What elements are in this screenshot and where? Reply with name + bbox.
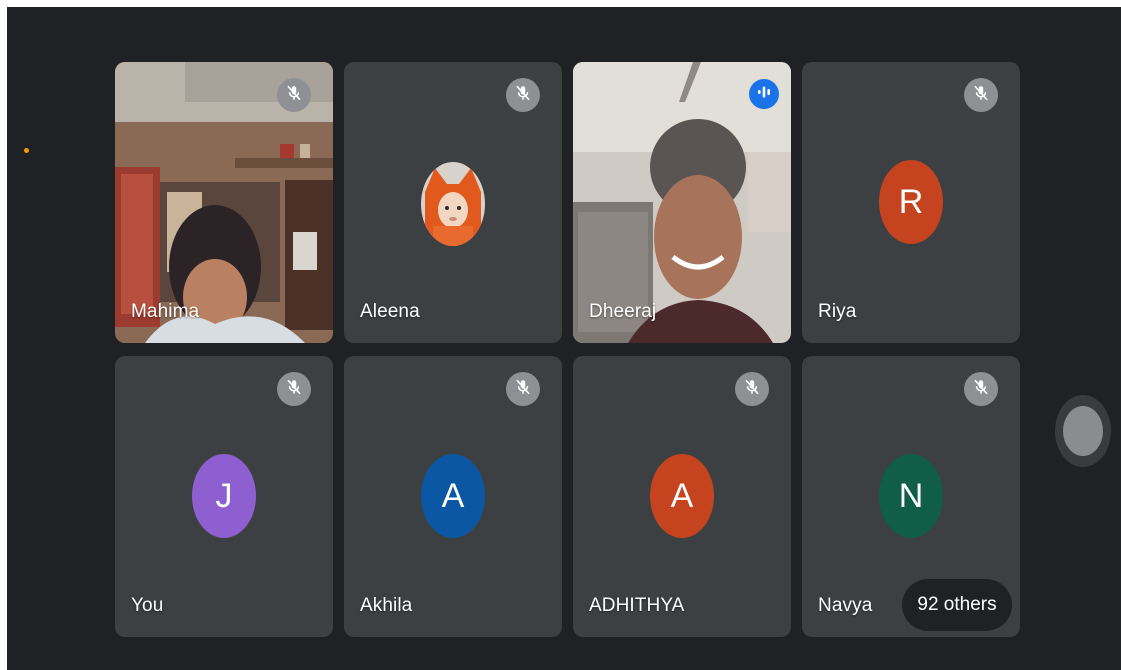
mic-off-icon <box>285 84 303 107</box>
mic-off-icon <box>514 378 532 401</box>
participant-tile-navya[interactable]: N Navya 92 others <box>802 356 1020 637</box>
audio-wave-icon <box>756 84 772 105</box>
participant-name: Aleena <box>360 301 420 322</box>
mic-off-icon <box>972 378 990 401</box>
participant-tile-you[interactable]: J You <box>115 356 333 637</box>
participant-tile-riya[interactable]: R Riya <box>802 62 1020 343</box>
participant-tile-mahima[interactable]: Mahima <box>115 62 333 343</box>
mic-off-indicator <box>277 78 311 112</box>
participant-avatar: R <box>879 160 943 244</box>
participant-tile-akhila[interactable]: A Akhila <box>344 356 562 637</box>
others-count-badge[interactable]: 92 others <box>902 579 1012 631</box>
mic-off-indicator <box>735 372 769 406</box>
mic-off-indicator <box>964 78 998 112</box>
participant-tile-dheeraj[interactable]: Dheeraj <box>573 62 791 343</box>
participant-name: ADHITHYA <box>589 595 685 616</box>
participant-avatar: A <box>650 454 714 538</box>
mic-off-indicator <box>964 372 998 406</box>
mic-off-icon <box>972 84 990 107</box>
mic-off-indicator <box>506 78 540 112</box>
mic-off-indicator <box>277 372 311 406</box>
mic-off-icon <box>743 378 761 401</box>
participant-name: You <box>131 595 164 616</box>
participant-name: Navya <box>818 595 873 616</box>
mic-off-indicator <box>506 372 540 406</box>
participant-name: Akhila <box>360 595 413 616</box>
participant-tile-adhithya[interactable]: A ADHITHYA <box>573 356 791 637</box>
participant-name: Mahima <box>131 301 200 322</box>
participant-avatar: A <box>421 454 485 538</box>
circle-button-icon <box>1063 406 1103 456</box>
participant-avatar: N <box>879 454 943 538</box>
mic-off-icon <box>285 378 303 401</box>
floating-control-button[interactable] <box>1055 395 1111 467</box>
participant-photo-avatar <box>421 162 485 246</box>
notification-dot <box>24 148 29 153</box>
participant-name: Riya <box>818 301 857 322</box>
speaking-indicator <box>749 79 779 109</box>
meeting-stage: Mahima Aleena Dheeraj R Riya J You A Akh… <box>7 7 1121 670</box>
mic-off-icon <box>514 84 532 107</box>
participant-tile-aleena[interactable]: Aleena <box>344 62 562 343</box>
participant-avatar: J <box>192 454 256 538</box>
participant-name: Dheeraj <box>589 301 657 322</box>
